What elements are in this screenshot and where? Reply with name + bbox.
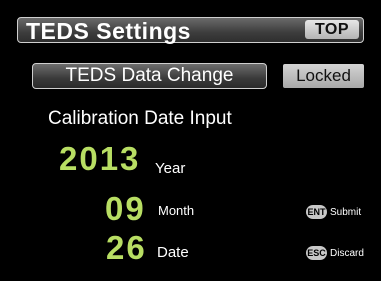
submit-label: Submit [330, 206, 362, 218]
top-button[interactable]: TOP [305, 20, 359, 39]
title-bar: TEDS Settings TOP [17, 17, 364, 44]
year-value[interactable]: 2013 [59, 142, 140, 175]
month-unit-label: Month [158, 203, 195, 218]
locked-status-badge: Locked [283, 64, 364, 88]
ent-key-icon: ENT [306, 205, 327, 219]
teds-data-change-button[interactable]: TEDS Data Change [32, 63, 267, 89]
date-value[interactable]: 26 [106, 231, 147, 264]
discard-key-hint[interactable]: ESC Discard [306, 246, 364, 260]
discard-label: Discard [330, 247, 364, 259]
esc-key-icon: ESC [306, 246, 327, 260]
calibration-date-heading: Calibration Date Input [48, 108, 232, 129]
month-value[interactable]: 09 [105, 192, 146, 225]
submit-key-hint[interactable]: ENT Submit [306, 205, 361, 219]
screen-title: TEDS Settings [26, 18, 191, 44]
year-unit-label: Year [155, 160, 186, 177]
date-unit-label: Date [157, 244, 189, 261]
